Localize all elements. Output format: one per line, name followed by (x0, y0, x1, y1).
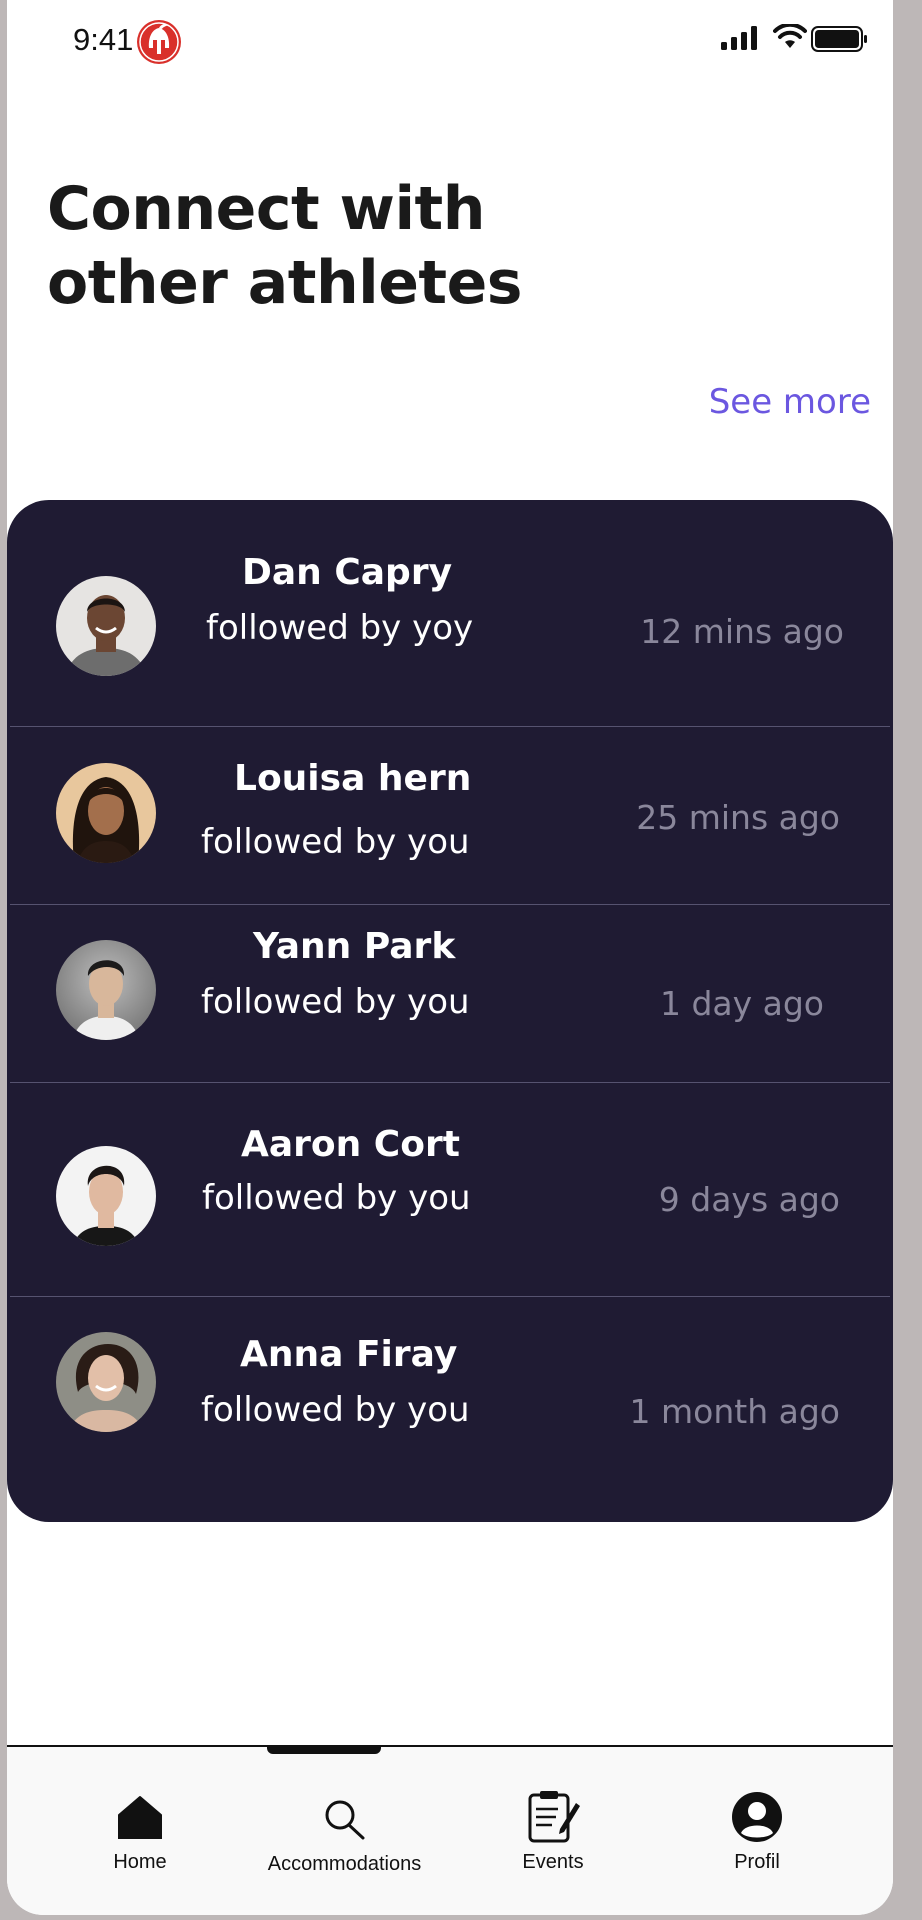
see-more-link[interactable]: See more (709, 382, 871, 422)
spartan-helmet-icon (137, 20, 181, 64)
athlete-follow-status: followed by you (201, 822, 470, 862)
nav-accommodations[interactable]: Accommodations (257, 1797, 432, 1876)
phone-screen: 9:41 Connect with other athletes See mor… (7, 0, 893, 1915)
athlete-row[interactable]: Yann Park followed by you 1 day ago (10, 904, 890, 1083)
nav-accommodations-label: Accommodations (267, 1853, 422, 1875)
athlete-row[interactable]: Dan Capry followed by yoy 12 mins ago (10, 500, 890, 727)
nav-home[interactable]: Home (85, 1795, 195, 1874)
signal-icon (721, 26, 757, 50)
athlete-name: Yann Park (253, 926, 456, 967)
athlete-avatar[interactable] (56, 1146, 156, 1246)
athlete-last-active: 1 day ago (659, 984, 824, 1023)
nav-home-label: Home (113, 1851, 167, 1873)
athlete-name: Dan Capry (242, 552, 453, 593)
status-bar: 9:41 (7, 0, 893, 84)
user-circle-icon (732, 1792, 782, 1842)
home-indicator (267, 1745, 381, 1754)
athlete-last-active: 25 mins ago (636, 798, 840, 837)
athlete-avatar[interactable] (56, 940, 156, 1040)
page-title-line-1: Connect with (47, 174, 485, 244)
wifi-icon (773, 24, 807, 48)
athlete-last-active: 1 month ago (629, 1392, 840, 1431)
athlete-follow-status: followed by you (201, 1390, 470, 1430)
athlete-follow-status: followed by yoy (206, 608, 474, 648)
nav-profile-label: Profil (734, 1851, 780, 1873)
nav-profile[interactable]: Profil (707, 1791, 807, 1874)
page-title-line-2: other athletes (47, 248, 523, 318)
home-icon (118, 1796, 162, 1840)
page-title: Connect with other athletes (47, 172, 523, 320)
athlete-row[interactable]: Louisa hern followed by you 25 mins ago (10, 726, 890, 905)
search-icon (325, 1800, 364, 1840)
athlete-row[interactable]: Anna Firay followed by you 1 month ago (10, 1296, 890, 1522)
nav-events[interactable]: Events (503, 1789, 603, 1874)
athlete-avatar[interactable] (56, 576, 156, 676)
athlete-follow-status: followed by you (202, 1178, 471, 1218)
athlete-last-active: 9 days ago (658, 1180, 840, 1219)
athlete-name: Aaron Cort (241, 1124, 460, 1165)
bottom-navigation: Home Accommodations Events Profil (7, 1745, 893, 1915)
athlete-avatar[interactable] (56, 763, 156, 863)
athlete-follow-status: followed by you (201, 982, 470, 1022)
nav-events-label: Events (522, 1851, 584, 1873)
athlete-name: Louisa hern (234, 758, 472, 799)
athlete-avatar[interactable] (56, 1332, 156, 1432)
status-time: 9:41 (73, 22, 134, 57)
athlete-name: Anna Firay (240, 1334, 458, 1375)
battery-icon (811, 26, 867, 52)
clipboard-icon (528, 1791, 580, 1843)
athletes-card: Dan Capry followed by yoy 12 mins ago Lo… (7, 500, 893, 1522)
athlete-row[interactable]: Aaron Cort followed by you 9 days ago (10, 1082, 890, 1297)
athlete-last-active: 12 mins ago (640, 612, 844, 651)
